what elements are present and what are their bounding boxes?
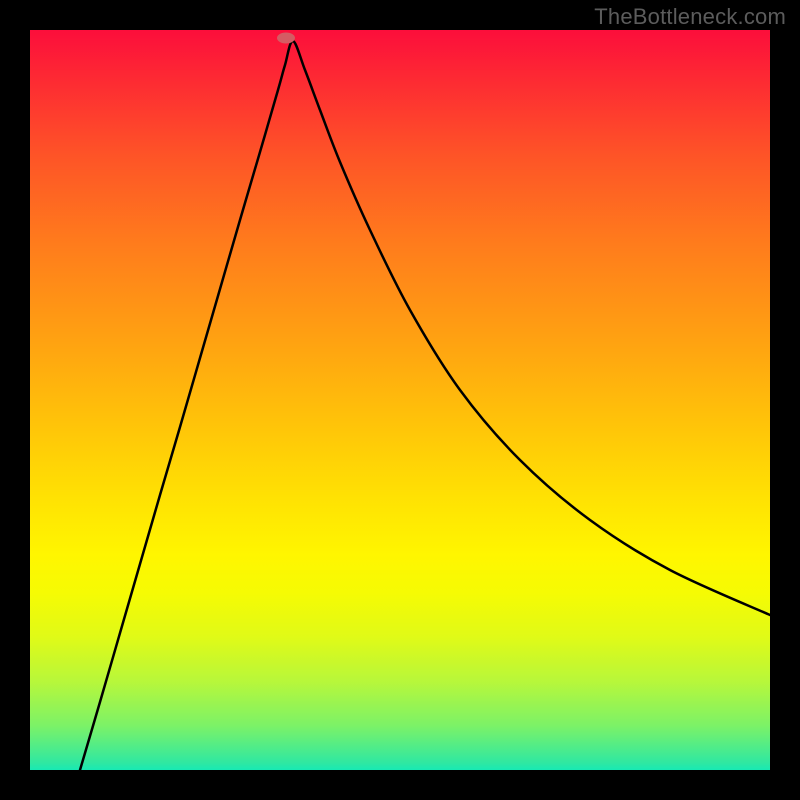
watermark-text: TheBottleneck.com: [594, 4, 786, 30]
curve-svg: [30, 30, 770, 770]
bottleneck-curve: [80, 41, 770, 770]
plot-area: [30, 30, 770, 770]
optimum-marker: [277, 33, 295, 44]
chart-container: TheBottleneck.com: [0, 0, 800, 800]
